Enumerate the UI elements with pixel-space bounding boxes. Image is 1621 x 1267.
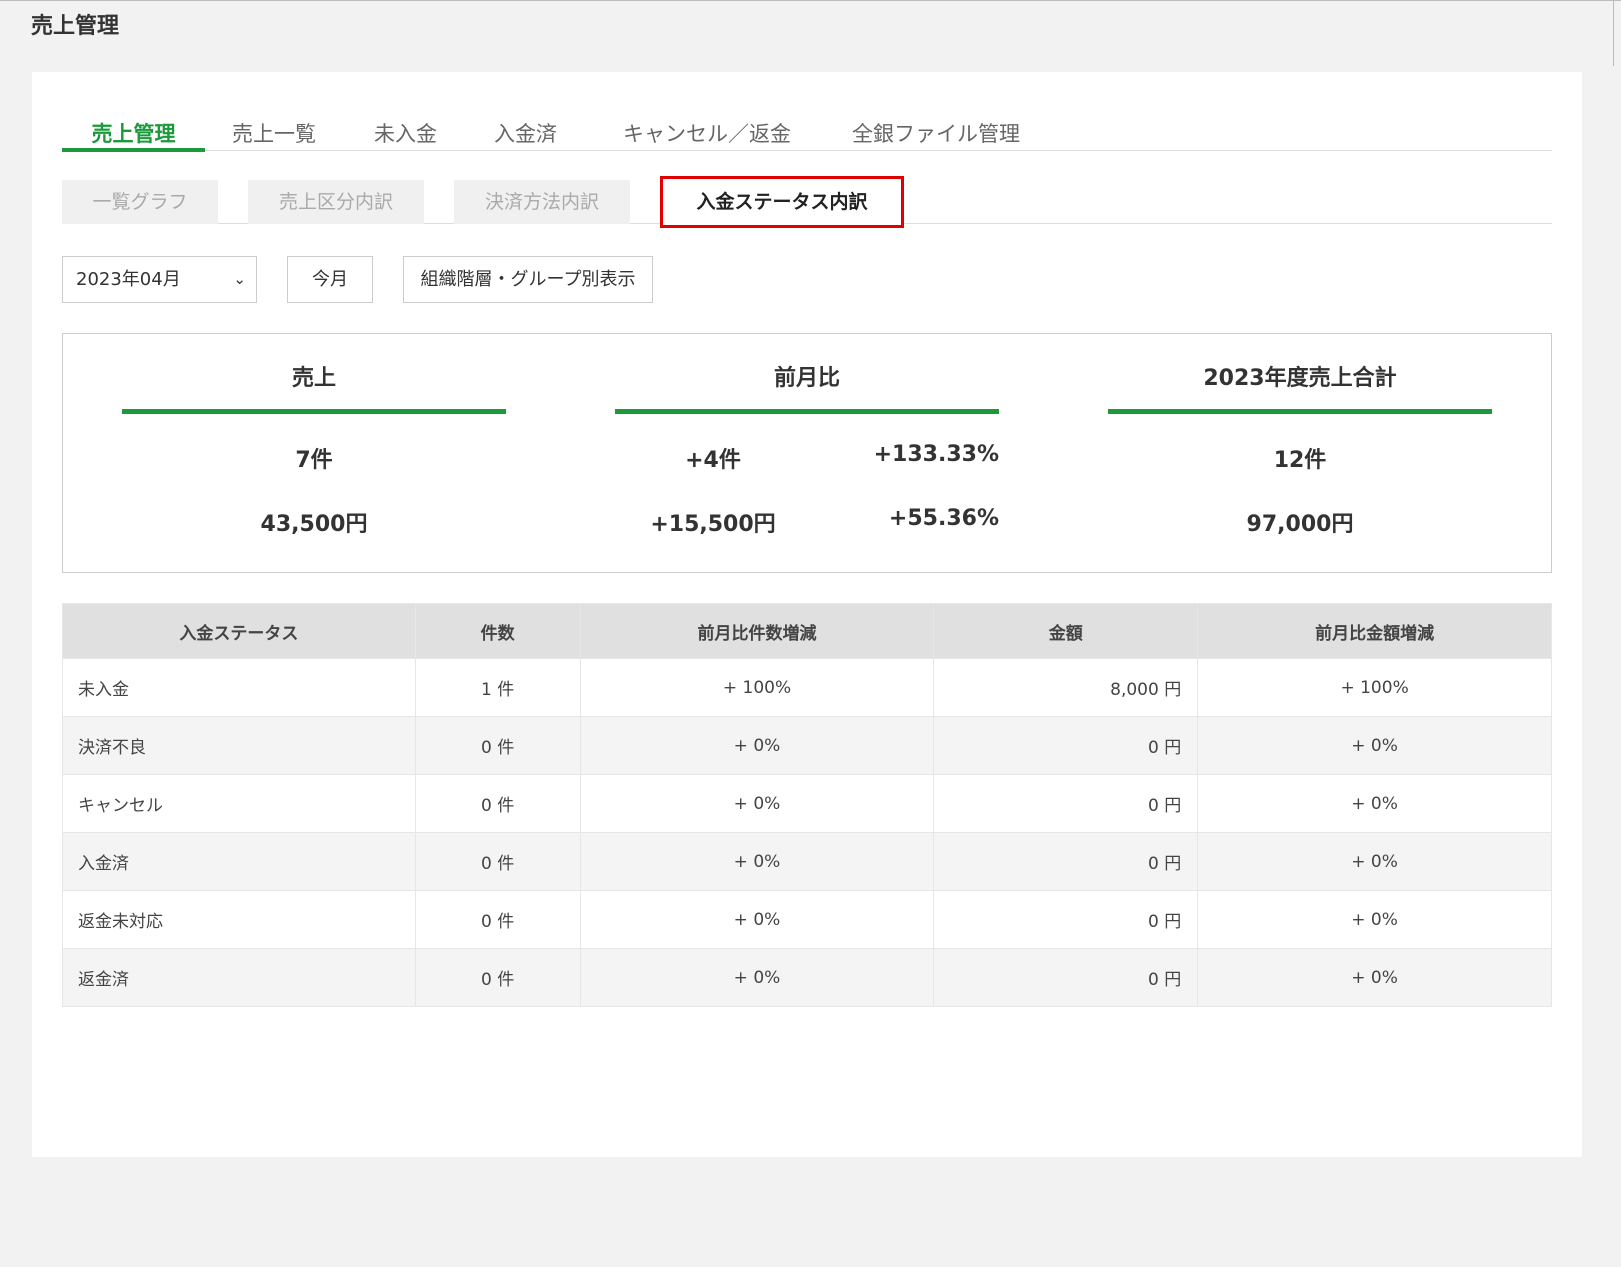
table-header-row: 入金ステータス 件数 前月比件数増減 金額 前月比金額増減 (62, 603, 1552, 659)
tab-unpaid[interactable]: 未入金 (374, 104, 437, 151)
scroll-edge (1613, 0, 1614, 66)
cell-amount: 0 円 (933, 948, 1199, 1007)
cell-amount-diff: + 0% (1197, 948, 1552, 1007)
tab-cancel-refund[interactable]: キャンセル／返金 (623, 104, 791, 151)
summary-panel: 売上 7件 43,500円 前月比 +4件 +133.33% +15,500円 … (62, 333, 1552, 573)
cell-count-diff: + 100% (579, 658, 935, 717)
cell-count-diff: + 0% (579, 832, 935, 891)
summary-fiscal: 2023年度売上合計 12件 97,000円 (1108, 334, 1492, 572)
tab-paid[interactable]: 入金済 (494, 104, 557, 151)
header-count: 件数 (414, 603, 581, 659)
summary-sales-title: 売上 (291, 366, 336, 391)
cell-amount-diff: + 0% (1197, 832, 1552, 891)
cell-count: 0 件 (414, 832, 581, 891)
summary-mom-amount-pct: +55.36% (888, 506, 999, 531)
tab-sales-list[interactable]: 売上一覧 (232, 104, 316, 151)
cell-status: 未入金 (62, 658, 416, 717)
summary-mom: 前月比 +4件 +133.33% +15,500円 +55.36% (615, 334, 999, 572)
summary-sales: 売上 7件 43,500円 (122, 334, 506, 572)
header-amount: 金額 (933, 603, 1199, 659)
summary-mom-bar (615, 409, 999, 414)
table-row: 返金未対応 0 件 + 0% 0 円 + 0% (62, 890, 1552, 949)
summary-mom-count-diff: +4件 (685, 448, 741, 473)
cell-amount-diff: + 0% (1197, 716, 1552, 775)
content-card: 売上管理 売上一覧 未入金 入金済 キャンセル／返金 全銀ファイル管理 一覧グラ… (32, 72, 1582, 1157)
cell-amount-diff: + 100% (1197, 658, 1552, 717)
cell-count: 0 件 (414, 716, 581, 775)
cell-count-diff: + 0% (579, 948, 935, 1007)
chevron-down-icon: ⌄ (233, 270, 246, 288)
summary-mom-amount-diff: +15,500円 (650, 512, 776, 537)
table-row: キャンセル 0 件 + 0% 0 円 + 0% (62, 774, 1552, 833)
summary-fiscal-amount: 97,000円 (1246, 512, 1354, 537)
summary-sales-amount: 43,500円 (260, 512, 368, 537)
cell-amount: 0 円 (933, 774, 1199, 833)
cell-status: 返金済 (62, 948, 416, 1007)
tab-sales-management[interactable]: 売上管理 (62, 104, 205, 151)
month-select[interactable]: 2023年04月 ⌄ (62, 256, 257, 303)
cell-amount: 0 円 (933, 832, 1199, 891)
subtab-sales-category[interactable]: 売上区分内訳 (248, 180, 424, 224)
subtab-payment-method[interactable]: 決済方法内訳 (454, 180, 630, 224)
cell-status: 入金済 (62, 832, 416, 891)
payment-status-table: 入金ステータス 件数 前月比件数増減 金額 前月比金額増減 未入金 1 件 + … (62, 603, 1552, 1007)
cell-count-diff: + 0% (579, 890, 935, 949)
cell-count: 0 件 (414, 948, 581, 1007)
subtab-list-graph[interactable]: 一覧グラフ (62, 180, 218, 224)
table-row: 入金済 0 件 + 0% 0 円 + 0% (62, 832, 1552, 891)
cell-amount: 0 円 (933, 716, 1199, 775)
header-amount-diff: 前月比金額増減 (1197, 603, 1552, 659)
sub-tabs: 一覧グラフ 売上区分内訳 決済方法内訳 入金ステータス内訳 (62, 176, 1552, 228)
this-month-button[interactable]: 今月 (287, 256, 373, 303)
cell-status: 返金未対応 (62, 890, 416, 949)
cell-amount: 0 円 (933, 890, 1199, 949)
main-tabs: 売上管理 売上一覧 未入金 入金済 キャンセル／返金 全銀ファイル管理 (62, 104, 1552, 152)
summary-sales-bar (122, 409, 506, 414)
cell-status: 決済不良 (62, 716, 416, 775)
month-select-value: 2023年04月 (76, 269, 181, 290)
cell-count: 0 件 (414, 774, 581, 833)
table-row: 決済不良 0 件 + 0% 0 円 + 0% (62, 716, 1552, 775)
cell-status: キャンセル (62, 774, 416, 833)
header-count-diff: 前月比件数増減 (579, 603, 935, 659)
summary-mom-title: 前月比 (773, 366, 840, 391)
summary-mom-count-pct: +133.33% (873, 442, 999, 467)
cell-count-diff: + 0% (579, 774, 935, 833)
tab-zengin-file[interactable]: 全銀ファイル管理 (852, 104, 1020, 151)
cell-count: 1 件 (414, 658, 581, 717)
group-view-button[interactable]: 組織階層・グループ別表示 (403, 256, 653, 303)
page-title: 売上管理 (31, 14, 120, 39)
summary-fiscal-title: 2023年度売上合計 (1203, 366, 1397, 391)
subtab-payment-status[interactable]: 入金ステータス内訳 (660, 176, 904, 228)
summary-fiscal-bar (1108, 409, 1492, 414)
summary-sales-count: 7件 (295, 448, 333, 473)
table-row: 未入金 1 件 + 100% 8,000 円 + 100% (62, 658, 1552, 717)
header-status: 入金ステータス (62, 603, 416, 659)
active-tab-indicator (62, 148, 205, 152)
top-divider (0, 0, 1621, 1)
cell-amount-diff: + 0% (1197, 774, 1552, 833)
table-row: 返金済 0 件 + 0% 0 円 + 0% (62, 948, 1552, 1007)
cell-count-diff: + 0% (579, 716, 935, 775)
cell-count: 0 件 (414, 890, 581, 949)
cell-amount-diff: + 0% (1197, 890, 1552, 949)
summary-fiscal-count: 12件 (1273, 448, 1327, 473)
cell-amount: 8,000 円 (933, 658, 1199, 717)
